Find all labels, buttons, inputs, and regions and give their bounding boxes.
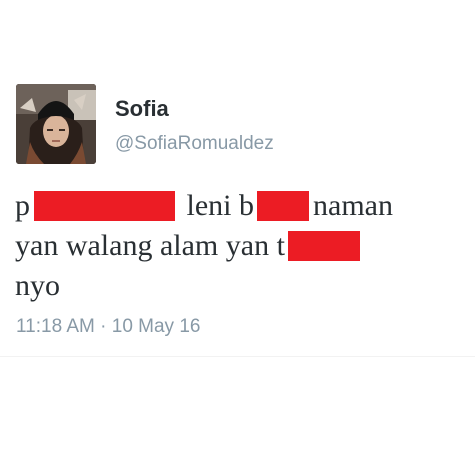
- tweet-text-segment: yan walang alam yan t: [15, 229, 285, 262]
- tweet-text-segment: nyo: [15, 269, 60, 302]
- user-handle[interactable]: @SofiaRomualdez: [115, 133, 274, 155]
- redaction-block: [257, 191, 309, 221]
- tweet-timestamp[interactable]: 11:18 AM · 10 May 16: [16, 316, 200, 338]
- tweet-card: Sofia @SofiaRomualdez p leni b naman yan …: [0, 0, 475, 475]
- tweet-line-2: yan walang alam yan t: [15, 226, 460, 266]
- display-name[interactable]: Sofia: [115, 96, 169, 122]
- tweet-line-3: nyo: [15, 266, 460, 306]
- tweet-text-segment: naman: [313, 189, 393, 222]
- avatar[interactable]: [16, 84, 96, 164]
- profile-photo-icon: [16, 84, 96, 164]
- tweet-text-segment: p: [15, 189, 30, 222]
- tweet-line-1: p leni b naman: [15, 186, 460, 226]
- tweet-text: p leni b naman yan walang alam yan t nyo: [15, 186, 460, 306]
- divider: [0, 356, 475, 357]
- redaction-block: [287, 231, 360, 261]
- redaction-block: [34, 191, 175, 221]
- tweet-text-segment: leni b: [179, 189, 255, 222]
